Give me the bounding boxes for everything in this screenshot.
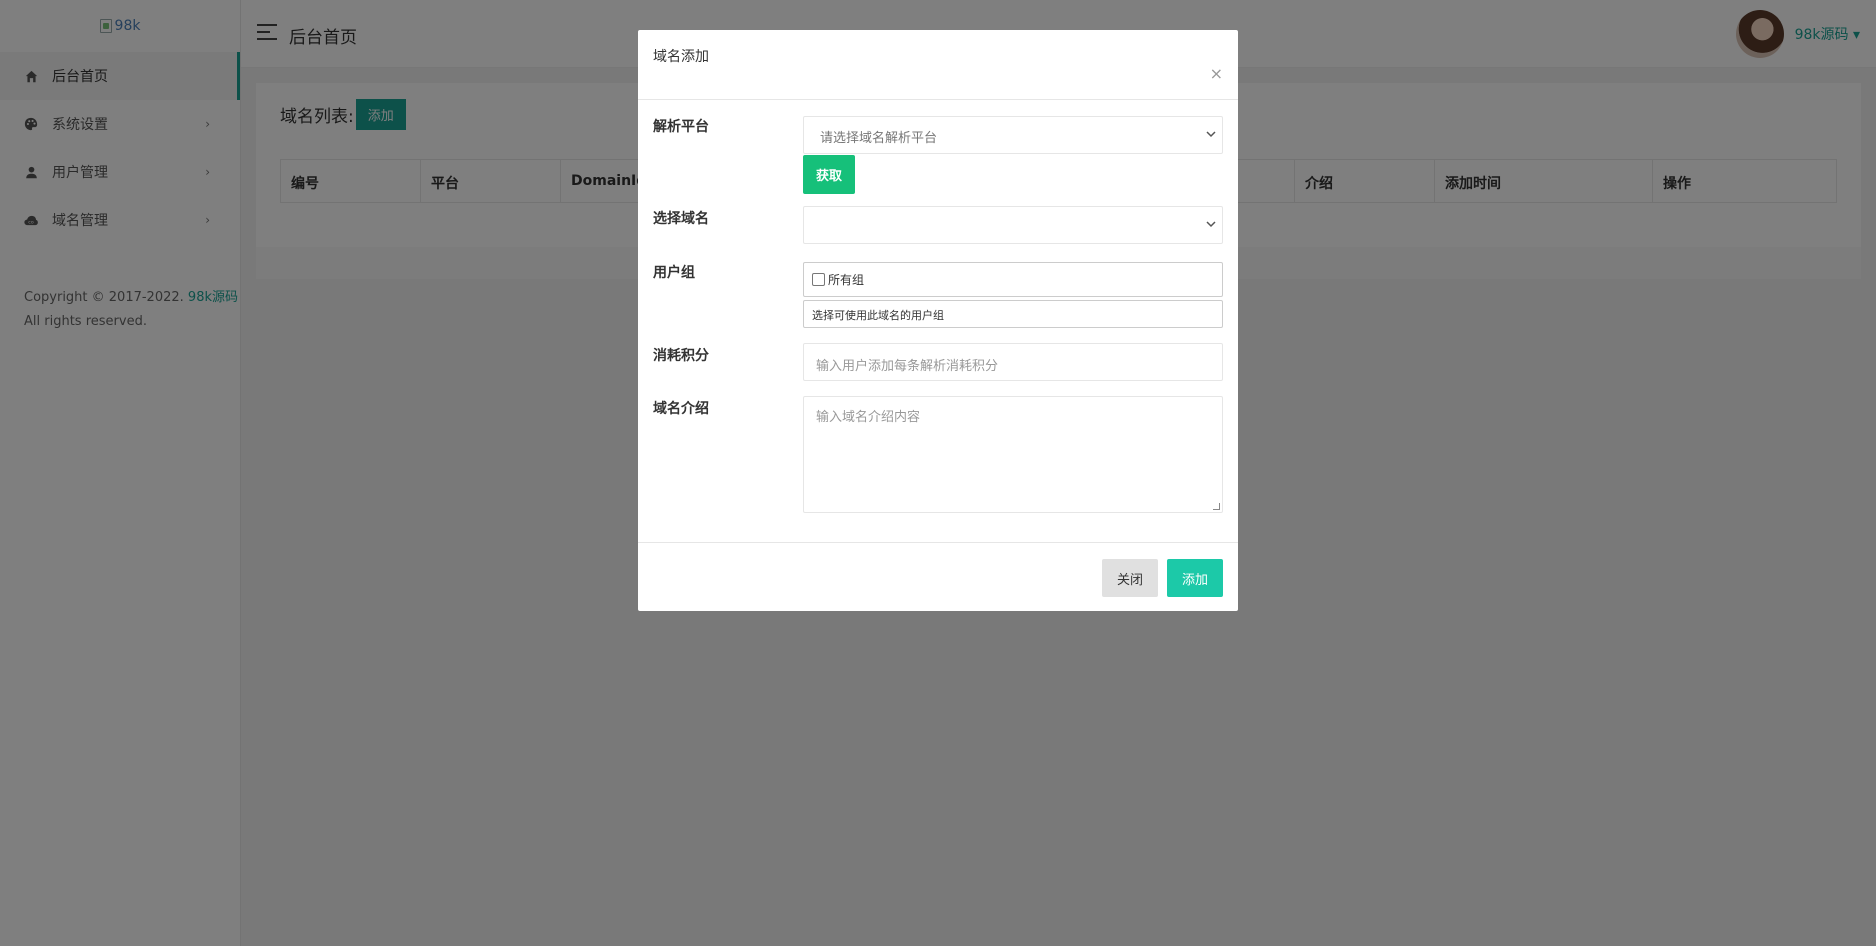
platform-select[interactable]: 请选择域名解析平台: [803, 116, 1223, 154]
modal-header: 域名添加 ×: [638, 30, 1238, 100]
fetch-wrap: 获取: [803, 155, 1223, 194]
resize-grip-icon[interactable]: [1213, 503, 1220, 510]
platform-row: 解析平台 请选择域名解析平台 获取: [653, 116, 1223, 206]
modal-footer: 关闭 添加: [638, 542, 1238, 611]
user-group-help: 选择可使用此域名的用户组: [803, 300, 1223, 328]
fetch-button[interactable]: 获取: [803, 155, 856, 194]
domain-control: [803, 206, 1223, 244]
user-group-row: 用户组 所有组 选择可使用此域名的用户组: [653, 262, 1223, 332]
all-groups-label[interactable]: 所有组: [828, 271, 864, 288]
chevron-down-icon: [1206, 128, 1216, 141]
add-domain-modal: 域名添加 × 解析平台 请选择域名解析平台 获取 选择域名 用户组 所有组 选择…: [638, 30, 1238, 611]
platform-select-value: 请选择域名解析平台: [820, 131, 938, 146]
domain-row: 选择域名: [653, 206, 1223, 246]
intro-placeholder: 输入域名介绍内容: [816, 410, 921, 425]
points-input[interactable]: 输入用户添加每条解析消耗积分: [803, 343, 1223, 381]
close-icon[interactable]: ×: [1210, 64, 1223, 83]
intro-row: 域名介绍 输入域名介绍内容: [653, 396, 1223, 516]
domain-select[interactable]: [803, 206, 1223, 244]
domain-label: 选择域名: [653, 211, 709, 227]
intro-textarea[interactable]: 输入域名介绍内容: [803, 396, 1223, 513]
chevron-down-icon: [1206, 218, 1216, 231]
modal-title: 域名添加: [653, 49, 709, 65]
user-group-control: 所有组 选择可使用此域名的用户组: [803, 262, 1223, 328]
submit-add-button[interactable]: 添加: [1167, 559, 1223, 597]
points-row: 消耗积分 输入用户添加每条解析消耗积分: [653, 343, 1223, 383]
platform-label: 解析平台: [653, 119, 709, 135]
user-group-options: 所有组: [803, 262, 1223, 297]
intro-label: 域名介绍: [653, 401, 709, 417]
all-groups-checkbox[interactable]: [812, 273, 825, 286]
platform-control: 请选择域名解析平台 获取: [803, 116, 1223, 194]
points-label: 消耗积分: [653, 348, 709, 364]
user-group-label: 用户组: [653, 265, 695, 281]
intro-control: 输入域名介绍内容: [803, 396, 1223, 513]
points-control: 输入用户添加每条解析消耗积分: [803, 343, 1223, 381]
app-root: 98k 后台首页 系统设置 › 用户管理 › co: [0, 0, 1876, 946]
close-button[interactable]: 关闭: [1102, 559, 1158, 597]
